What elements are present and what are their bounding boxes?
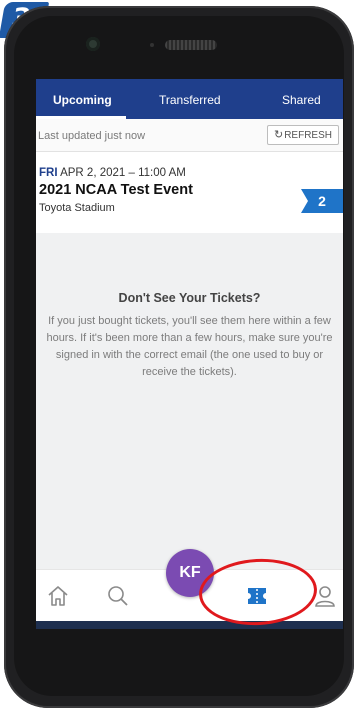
empty-state-title: Don't See Your Tickets? [118, 291, 261, 305]
tab-shared[interactable]: Shared [282, 93, 321, 107]
status-bar: Last updated just now ↻REFRESH [36, 119, 343, 152]
camera-icon [86, 37, 100, 51]
speaker-grille [165, 40, 217, 50]
tab-upcoming[interactable]: Upcoming [53, 93, 112, 107]
event-venue: Toyota Stadium [39, 202, 115, 214]
event-title: 2021 NCAA Test Event [39, 182, 193, 198]
event-day: FRI [39, 167, 58, 179]
event-date: FRI APR 2, 2021 – 11:00 AM [39, 167, 186, 179]
tab-transferred[interactable]: Transferred [159, 93, 221, 107]
app-screen: Upcoming Transferred Shared Last updated… [36, 79, 343, 629]
empty-state-body: If you just bought tickets, you'll see t… [46, 315, 333, 378]
refresh-icon: ↻ [273, 129, 284, 141]
refresh-button[interactable]: ↻REFRESH [267, 125, 339, 145]
last-updated-text: Last updated just now [38, 130, 146, 142]
search-icon[interactable] [106, 584, 130, 608]
sensor-icon [150, 43, 154, 47]
tab-bar: Upcoming Transferred Shared [36, 79, 343, 119]
home-icon[interactable] [46, 584, 70, 608]
ticket-count-badge[interactable]: 2 [301, 189, 343, 213]
event-datetime: APR 2, 2021 – 11:00 AM [60, 167, 186, 179]
event-card[interactable]: FRI APR 2, 2021 – 11:00 AM 2021 NCAA Tes… [36, 152, 343, 232]
screen-edge [36, 621, 343, 629]
refresh-label: REFRESH [284, 130, 332, 141]
empty-state-area [36, 233, 343, 569]
